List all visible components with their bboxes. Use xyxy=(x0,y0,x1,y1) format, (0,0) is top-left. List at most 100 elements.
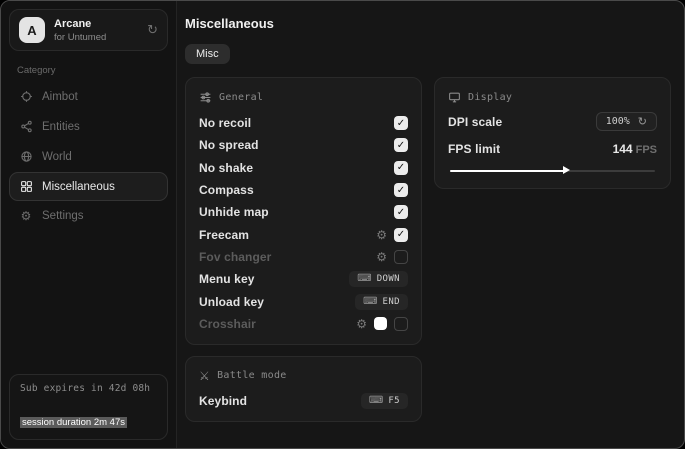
sidebar-item-world[interactable]: World xyxy=(9,142,168,171)
sidebar-item-miscellaneous[interactable]: Miscellaneous xyxy=(9,172,168,201)
swords-icon: ⚔ xyxy=(199,370,210,382)
sidebar-item-label: Entities xyxy=(42,121,80,133)
setting-controls xyxy=(394,205,408,219)
setting-label: Unload key xyxy=(199,295,264,309)
setting-label: Compass xyxy=(199,183,254,197)
entities-icon xyxy=(19,120,33,133)
sidebar-spacer xyxy=(1,231,176,366)
setting-label: Crosshair xyxy=(199,317,256,331)
app-subtitle: for Untumed xyxy=(54,32,138,43)
setting-controls xyxy=(394,138,408,152)
setting-row: Menu key ⌨ DOWN xyxy=(199,268,408,290)
fps-limit-value: 144FPS xyxy=(613,140,657,158)
sidebar-item-aimbot[interactable]: Aimbot xyxy=(9,82,168,111)
checkbox[interactable] xyxy=(394,205,408,219)
setting-controls: ⚙ xyxy=(376,250,408,264)
right-column: Display DPI scale 100% ↻ FPS limit 144FP… xyxy=(434,77,671,189)
general-card: General No recoil No spread No shake Compas… xyxy=(185,77,422,345)
category-label: Category xyxy=(17,65,160,76)
setting-row: Compass xyxy=(199,179,408,201)
refresh-icon[interactable]: ↻ xyxy=(147,24,158,37)
sidebar-item-entities[interactable]: Entities xyxy=(9,112,168,141)
app-logo-card: A Arcane for Untumed ↻ xyxy=(9,9,168,51)
checkbox[interactable] xyxy=(394,116,408,130)
keybind-button[interactable]: ⌨ END xyxy=(355,294,408,310)
setting-label: Unhide map xyxy=(199,205,269,219)
sidebar-item-settings[interactable]: ⚙ Settings xyxy=(9,202,168,230)
setting-label: No shake xyxy=(199,161,253,175)
dpi-scale-input[interactable]: 100% ↻ xyxy=(596,112,657,131)
setting-row: Freecam ⚙ xyxy=(199,223,408,245)
fps-limit-slider[interactable] xyxy=(450,165,655,176)
setting-controls xyxy=(394,183,408,197)
setting-label: No spread xyxy=(199,138,259,152)
display-card-header: Display xyxy=(448,91,657,104)
setting-controls: ⌨ DOWN xyxy=(349,271,408,287)
app-name: Arcane xyxy=(54,18,138,30)
battle-mode-card-header: ⚔ Battle mode xyxy=(199,370,408,382)
grid-icon xyxy=(19,180,33,193)
setting-row: Unload key ⌨ END xyxy=(199,290,408,312)
tab-misc[interactable]: Misc xyxy=(185,44,230,64)
display-card-title: Display xyxy=(468,92,512,103)
gear-icon[interactable]: ⚙ xyxy=(356,318,367,330)
app-identity: Arcane for Untumed xyxy=(54,18,138,43)
checkbox[interactable] xyxy=(394,138,408,152)
fps-limit-unit: FPS xyxy=(636,144,657,156)
checkbox[interactable] xyxy=(394,161,408,175)
gear-icon[interactable]: ⚙ xyxy=(376,251,387,263)
general-rows: No recoil No spread No shake Compass Unhide … xyxy=(199,112,408,335)
slider-thumb[interactable] xyxy=(563,166,570,174)
avatar: A xyxy=(19,17,45,43)
fps-limit-number: 144 xyxy=(613,142,633,156)
display-card: Display DPI scale 100% ↻ FPS limit 144FP… xyxy=(434,77,671,189)
checkbox[interactable] xyxy=(394,183,408,197)
sidebar-item-label: Settings xyxy=(42,210,84,222)
setting-row: Unhide map xyxy=(199,201,408,223)
setting-row: Fov changer ⚙ xyxy=(199,246,408,268)
keybind-value: F5 xyxy=(388,396,400,406)
checkbox[interactable] xyxy=(394,317,408,331)
keybind-value: END xyxy=(383,297,400,307)
sidebar: A Arcane for Untumed ↻ Category Aimbot En… xyxy=(1,1,177,448)
keybind-button[interactable]: ⌨ DOWN xyxy=(349,271,408,287)
general-card-header: General xyxy=(199,91,408,104)
setting-row: Keybind ⌨ F5 xyxy=(199,390,408,412)
keyboard-icon: ⌨ xyxy=(369,396,383,406)
setting-controls: ⚙ xyxy=(356,317,408,331)
setting-row: Crosshair ⚙ xyxy=(199,313,408,335)
reset-icon[interactable]: ↻ xyxy=(638,116,647,127)
keybind-value: DOWN xyxy=(377,274,400,284)
setting-label: Menu key xyxy=(199,272,255,286)
keyboard-icon: ⌨ xyxy=(357,274,371,284)
checkbox[interactable] xyxy=(394,250,408,264)
gear-icon[interactable]: ⚙ xyxy=(376,229,387,241)
session-duration-text: session duration 2m 47s xyxy=(20,417,127,428)
setting-controls: ⌨ END xyxy=(355,294,408,310)
checkbox[interactable] xyxy=(394,228,408,242)
app-window: A Arcane for Untumed ↻ Category Aimbot En… xyxy=(0,0,685,449)
fps-limit-row: FPS limit 144FPS xyxy=(448,140,657,158)
setting-label: Freecam xyxy=(199,228,249,242)
dpi-scale-row: DPI scale 100% ↻ xyxy=(448,112,657,131)
battle-mode-card-title: Battle mode xyxy=(217,370,287,381)
setting-label: No recoil xyxy=(199,116,251,130)
setting-row: No spread xyxy=(199,134,408,156)
setting-label: Keybind xyxy=(199,394,247,408)
setting-row: No shake xyxy=(199,157,408,179)
gear-icon: ⚙ xyxy=(19,210,33,222)
sub-expiry-text: Sub expires in 42d 08h xyxy=(20,383,157,394)
sidebar-item-label: Aimbot xyxy=(42,91,78,103)
setting-controls: ⚙ xyxy=(376,228,408,242)
sliders-icon xyxy=(199,91,212,104)
general-card-title: General xyxy=(219,92,263,103)
setting-label: Fov changer xyxy=(199,250,271,264)
keybind-button[interactable]: ⌨ F5 xyxy=(361,393,408,409)
sidebar-nav: Aimbot Entities WorldMiscellaneous ⚙ Setting… xyxy=(1,81,176,231)
setting-controls xyxy=(394,116,408,130)
battle-mode-rows: Keybind ⌨ F5 xyxy=(199,390,408,412)
keyboard-icon: ⌨ xyxy=(363,297,377,307)
subscription-status-card: Sub expires in 42d 08h session duration … xyxy=(9,374,168,440)
setting-row: No recoil xyxy=(199,112,408,134)
color-swatch[interactable] xyxy=(374,317,387,330)
